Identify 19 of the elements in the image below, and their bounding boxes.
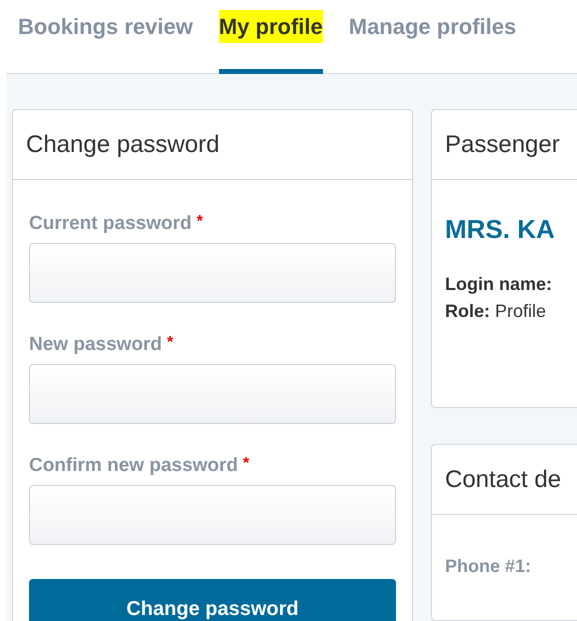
- password-field[interactable]: [29, 243, 396, 303]
- required-mark: *: [196, 212, 203, 232]
- passenger-name: MRS. KA: [445, 213, 556, 246]
- tab[interactable]: Manage profiles: [348, 0, 516, 74]
- password-field[interactable]: [29, 485, 396, 545]
- password-field[interactable]: [29, 364, 396, 424]
- change-password-button[interactable]: Change password: [29, 579, 396, 621]
- card-title: Contact de: [445, 464, 562, 495]
- card-title: Change password: [26, 130, 220, 160]
- required-mark: *: [243, 454, 250, 474]
- tab[interactable]: Bookings review: [18, 0, 193, 74]
- field-label: Current password: [29, 212, 192, 236]
- phone-label: Phone #1:: [445, 556, 532, 576]
- required-mark: *: [167, 333, 174, 353]
- field-label: New password: [29, 333, 162, 357]
- role-text: Role: Profile: [445, 300, 548, 323]
- field-label: Confirm new password: [29, 454, 238, 478]
- card-title: Passenger: [445, 130, 560, 160]
- login-name-label: Login name:: [445, 273, 553, 296]
